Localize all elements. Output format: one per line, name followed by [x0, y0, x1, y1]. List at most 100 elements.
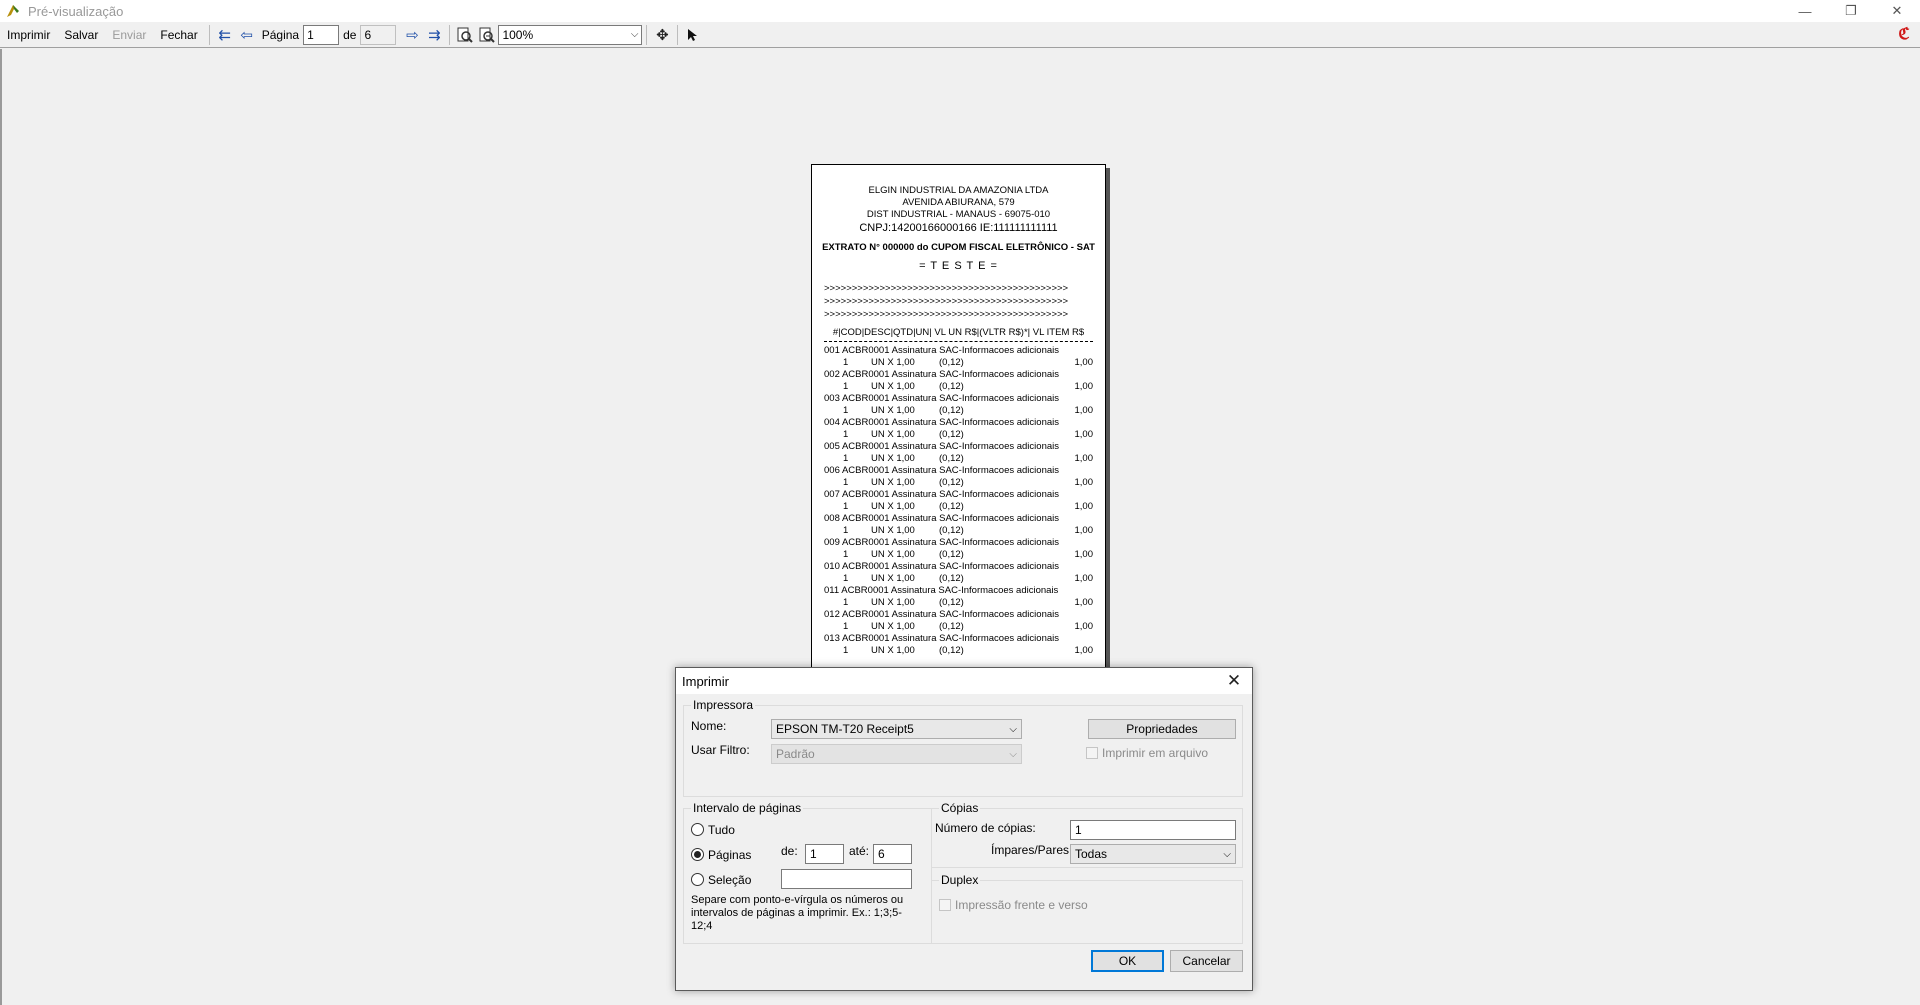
item-value: 1,00 — [1074, 621, 1094, 632]
total-pages-field — [360, 24, 397, 45]
item-value: 1,00 — [1074, 429, 1094, 440]
item-description: 008 ACBR0001 Assinatura SAC-Informacoes … — [824, 513, 1059, 524]
item-tax: (0,12) — [939, 597, 964, 608]
cancel-button[interactable]: Cancelar — [1170, 950, 1243, 972]
print-to-file-label: Imprimir em arquivo — [1102, 746, 1209, 760]
item-value: 1,00 — [1074, 597, 1094, 608]
minimize-button[interactable]: — — [1782, 0, 1828, 22]
item-unit: UN X 1,00 — [871, 429, 915, 440]
print-dialog: Imprimir ✕ Impressora Nome: EPSON TM-T20… — [675, 667, 1253, 991]
copies-input[interactable] — [1070, 820, 1236, 840]
printer-name-label: Nome: — [691, 719, 727, 733]
zoom-in-icon[interactable] — [477, 25, 497, 45]
filter-label: Usar Filtro: — [691, 743, 750, 757]
item-description: 013 ACBR0001 Assinatura SAC-Informacoes … — [824, 633, 1059, 644]
item-tax: (0,12) — [939, 381, 964, 392]
item-description: 002 ACBR0001 Assinatura SAC-Informacoes … — [824, 369, 1059, 380]
item-tax: (0,12) — [939, 621, 964, 632]
item-unit: UN X 1,00 — [871, 621, 915, 632]
item-unit: UN X 1,00 — [871, 405, 915, 416]
item-detail-line: 1 UN X 1,00 (0,12) 1,00 — [824, 597, 1093, 609]
item-unit: UN X 1,00 — [871, 525, 915, 536]
item-tax: (0,12) — [939, 429, 964, 440]
item-unit: UN X 1,00 — [871, 549, 915, 560]
print-to-file-checkbox[interactable] — [1086, 747, 1098, 759]
receipt-item-row: 010 ACBR0001 Assinatura SAC-Informacoes … — [824, 561, 1093, 585]
to-page-input[interactable] — [873, 844, 912, 864]
odd-even-select[interactable]: Todas ⌵ — [1070, 844, 1236, 864]
company-name: ELGIN INDUSTRIAL DA AMAZONIA LTDA — [868, 185, 1049, 196]
receipt-item-row: 008 ACBR0001 Assinatura SAC-Informacoes … — [824, 513, 1093, 537]
extrato-title: EXTRATO N° 000000 do CUPOM FISCAL ELETRÔ… — [822, 242, 1095, 253]
save-menu-item[interactable]: Salvar — [57, 24, 105, 46]
send-menu-item[interactable]: Enviar — [105, 24, 153, 46]
item-qty: 1 — [843, 501, 849, 512]
print-menu-item[interactable]: Imprimir — [0, 24, 57, 46]
item-detail-line: 1 UN X 1,00 (0,12) 1,00 — [824, 525, 1093, 537]
item-tax: (0,12) — [939, 501, 964, 512]
toolbar-separator — [677, 24, 679, 45]
odd-even-label: Ímpares/Pares: — [991, 843, 1073, 857]
move-page-icon[interactable]: ✥ — [652, 25, 672, 45]
item-unit: UN X 1,00 — [871, 453, 915, 464]
filter-select[interactable]: Padrão ⌵ — [771, 744, 1022, 764]
receipt-item-row: 011 ACBR0001 Assinatura SAC-Informacoes … — [824, 585, 1093, 609]
item-qty: 1 — [843, 453, 849, 464]
printer-group-label: Impressora — [691, 698, 756, 712]
current-page-input[interactable] — [303, 24, 340, 45]
previous-page-icon[interactable]: ⇦ — [237, 25, 257, 45]
item-detail-line: 1 UN X 1,00 (0,12) 1,00 — [824, 549, 1093, 561]
company-address: AVENIDA ABIURANA, 579 — [902, 197, 1015, 208]
item-value: 1,00 — [1074, 477, 1094, 488]
range-selection-radio[interactable] — [691, 873, 704, 886]
item-qty: 1 — [843, 429, 849, 440]
close-menu-item[interactable]: Fechar — [153, 24, 204, 46]
item-description: 011 ACBR0001 Assinatura SAC-Informacoes … — [824, 585, 1059, 596]
zoom-value: 100% — [502, 27, 534, 42]
copies-group-label: Cópias — [939, 801, 981, 815]
item-value: 1,00 — [1074, 573, 1094, 584]
range-selection-label: Seleção — [708, 873, 752, 887]
range-all-radio[interactable] — [691, 823, 704, 836]
properties-button[interactable]: Propriedades — [1088, 719, 1236, 739]
last-page-icon[interactable]: ⇉ — [424, 25, 444, 45]
toolbar-separator — [208, 24, 210, 45]
item-unit: UN X 1,00 — [871, 597, 915, 608]
selection-input[interactable] — [781, 869, 912, 889]
item-detail-line: 1 UN X 1,00 (0,12) 1,00 — [824, 357, 1093, 369]
item-qty: 1 — [843, 525, 849, 536]
app-icon — [4, 2, 22, 20]
dialog-close-icon[interactable]: ✕ — [1224, 671, 1244, 691]
item-description: 010 ACBR0001 Assinatura SAC-Informacoes … — [824, 561, 1059, 572]
next-page-icon[interactable]: ⇨ — [402, 25, 422, 45]
printer-name-select[interactable]: EPSON TM-T20 Receipt5 ⌵ — [771, 719, 1022, 739]
pointer-cursor-icon[interactable] — [683, 25, 703, 45]
receipt-item-row: 002 ACBR0001 Assinatura SAC-Informacoes … — [824, 369, 1093, 393]
item-tax: (0,12) — [939, 453, 964, 464]
item-unit: UN X 1,00 — [871, 645, 915, 656]
restore-button[interactable]: ❐ — [1828, 0, 1874, 22]
zoom-out-icon[interactable] — [455, 25, 475, 45]
item-unit: UN X 1,00 — [871, 573, 915, 584]
item-description: 009 ACBR0001 Assinatura SAC-Informacoes … — [824, 537, 1059, 548]
receipt-item-row: 013 ACBR0001 Assinatura SAC-Informacoes … — [824, 633, 1093, 657]
item-detail-line: 1 UN X 1,00 (0,12) 1,00 — [824, 501, 1093, 513]
item-unit: UN X 1,00 — [871, 381, 915, 392]
to-label: até: — [849, 844, 870, 858]
chevron-down-icon: ⌵ — [1223, 848, 1231, 860]
receipt-item-row: 005 ACBR0001 Assinatura SAC-Informacoes … — [824, 441, 1093, 465]
close-window-button[interactable]: ✕ — [1874, 0, 1920, 22]
page-label: Página — [261, 27, 300, 42]
receipt-header: ELGIN INDUSTRIAL DA AMAZONIA LTDA AVENID… — [812, 185, 1105, 234]
item-tax: (0,12) — [939, 357, 964, 368]
receipt-page: ELGIN INDUSTRIAL DA AMAZONIA LTDA AVENID… — [811, 164, 1106, 684]
item-tax: (0,12) — [939, 405, 964, 416]
ok-button[interactable]: OK — [1091, 950, 1164, 972]
duplex-option-label: Impressão frente e verso — [955, 898, 1088, 912]
first-page-icon[interactable]: ⇇ — [215, 25, 235, 45]
duplex-checkbox[interactable] — [939, 899, 951, 911]
zoom-select[interactable]: 100% ⌵ — [498, 24, 643, 45]
item-tax: (0,12) — [939, 525, 964, 536]
range-pages-radio[interactable] — [691, 848, 704, 861]
from-page-input[interactable] — [805, 844, 844, 864]
